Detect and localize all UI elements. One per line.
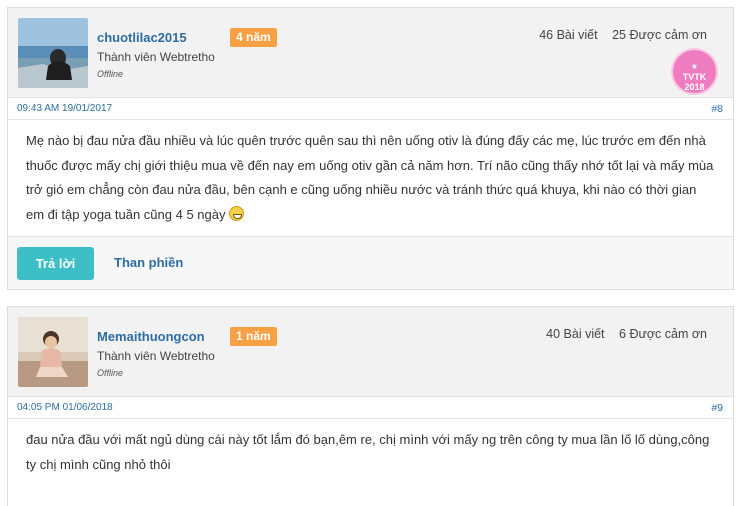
avatar-image xyxy=(18,317,88,387)
post-header: chuotlilac2015 4 năm Thành viên Webtreth… xyxy=(8,8,733,98)
award-badge-icon: ★ TVTK 2018 xyxy=(671,48,718,95)
member-role: Thành viên Webtretho xyxy=(97,349,215,363)
user-stats: 40 Bài viết 6 Được cảm ơn xyxy=(546,327,707,341)
post-number-link[interactable]: #9 xyxy=(711,402,723,414)
posts-count: 46 Bài viết xyxy=(539,28,598,42)
post-header: Memaithuongcon 1 năm Thành viên Webtreth… xyxy=(8,307,733,397)
posts-count: 40 Bài viết xyxy=(546,327,605,341)
post-content: Mẹ nào bị đau nửa đầu nhiều và lúc quên … xyxy=(8,120,733,227)
username[interactable]: Memaithuongcon xyxy=(97,329,205,344)
tenure-badge: 1 năm xyxy=(230,327,277,346)
post-meta: 04:05 PM 01/06/2018 #9 xyxy=(8,397,733,419)
online-status: Offline xyxy=(97,69,124,79)
post-text: đau nửa đầu với mất ngủ dùng cái này tốt… xyxy=(26,432,710,472)
forum-post: Memaithuongcon 1 năm Thành viên Webtreth… xyxy=(7,306,734,506)
forum-post: chuotlilac2015 4 năm Thành viên Webtreth… xyxy=(7,7,734,290)
post-timestamp: 04:05 PM 01/06/2018 xyxy=(17,402,113,413)
user-stats: 46 Bài viết 25 Được cảm ơn xyxy=(539,28,707,42)
member-role: Thành viên Webtretho xyxy=(97,50,215,64)
grin-smiley-icon xyxy=(229,205,245,221)
username[interactable]: chuotlilac2015 xyxy=(97,30,187,45)
reply-button[interactable]: Trả lời xyxy=(17,247,94,280)
online-status: Offline xyxy=(97,368,124,378)
post-timestamp: 09:43 AM 19/01/2017 xyxy=(17,103,113,114)
award-badge-line1: TVTK xyxy=(682,72,707,82)
tenure-badge: 4 năm xyxy=(230,28,277,47)
thanks-count: 6 Được cảm ơn xyxy=(619,327,707,341)
report-link[interactable]: Than phiền xyxy=(114,255,183,270)
post-actions: Trả lời Than phiền xyxy=(8,236,733,289)
post-text: Mẹ nào bị đau nửa đầu nhiều và lúc quên … xyxy=(26,133,714,222)
avatar-image xyxy=(18,18,88,88)
post-number-link[interactable]: #8 xyxy=(711,103,723,115)
avatar[interactable] xyxy=(18,317,88,387)
avatar[interactable] xyxy=(18,18,88,88)
post-content: đau nửa đầu với mất ngủ dùng cái này tốt… xyxy=(8,419,733,477)
post-meta: 09:43 AM 19/01/2017 #8 xyxy=(8,98,733,120)
thanks-count: 25 Được cảm ơn xyxy=(612,28,707,42)
award-badge-line2: 2018 xyxy=(684,82,705,92)
